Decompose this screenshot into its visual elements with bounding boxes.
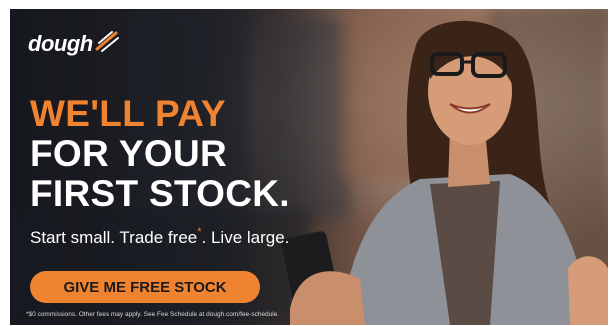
tagline-part-1: Start small. Trade free <box>30 228 198 247</box>
tagline-part-2: . Live large. <box>201 228 290 247</box>
logo-swoosh-icon <box>95 31 119 52</box>
headline-line-2: FOR YOUR <box>30 133 228 174</box>
disclaimer-text: *$0 commissions. Other fees may apply. S… <box>26 311 280 318</box>
tagline: Start small. Trade free*. Live large. <box>30 226 290 248</box>
tagline-asterisk: * <box>197 226 202 238</box>
brand-name: dough <box>28 31 93 56</box>
woman-celebrating-photo <box>281 20 608 325</box>
headline-line-1: WE'LL PAY <box>30 93 226 134</box>
headline-line-3: FIRST STOCK. <box>30 173 290 214</box>
give-me-free-stock-button[interactable]: GIVE ME FREE STOCK <box>30 271 260 303</box>
dough-ad-banner[interactable]: dough WE'LL PAY FOR YOUR FIRST STOCK. St… <box>10 9 608 325</box>
headline: WE'LL PAY FOR YOUR FIRST STOCK. <box>30 94 290 214</box>
brand-logo[interactable]: dough <box>28 31 120 57</box>
